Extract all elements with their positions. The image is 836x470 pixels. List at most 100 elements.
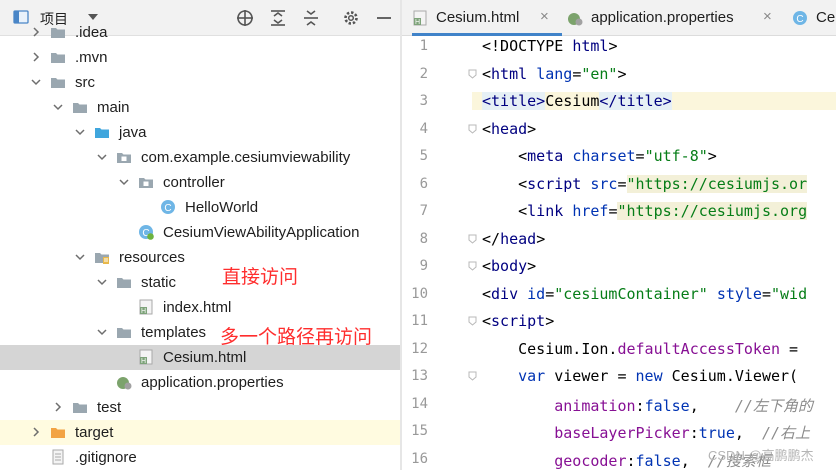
chevron-down-icon[interactable] bbox=[118, 176, 130, 188]
code-token: head bbox=[491, 119, 528, 138]
code-token: id bbox=[527, 284, 546, 303]
fold-marker-icon[interactable] bbox=[468, 69, 477, 79]
code-line: baseLayerPicker:true, //右上 bbox=[482, 422, 810, 443]
tree-item[interactable]: C HelloWorld bbox=[0, 195, 400, 220]
code-token: "https://cesiumjs.org bbox=[617, 202, 808, 220]
code-token: = bbox=[635, 147, 645, 165]
editor-tabs: H Cesium.html × application.properties × C Ce bbox=[402, 0, 836, 36]
code-token: geocoder bbox=[554, 451, 627, 470]
tree-item[interactable]: com.example.cesiumviewability bbox=[0, 145, 400, 170]
tree-item[interactable]: test bbox=[0, 395, 400, 420]
code-token: link bbox=[527, 202, 573, 220]
svg-text:H: H bbox=[415, 19, 420, 26]
chevron-down-icon[interactable] bbox=[52, 101, 64, 113]
close-tab-icon[interactable]: × bbox=[763, 8, 772, 25]
chevron-down-icon[interactable] bbox=[96, 276, 108, 288]
code-line: <div id="cesiumContainer" style="wid bbox=[482, 285, 807, 303]
chevron-right-icon[interactable] bbox=[30, 51, 42, 63]
tree-item[interactable]: application.properties bbox=[0, 370, 400, 395]
tree-item[interactable]: controller bbox=[0, 170, 400, 195]
tree-item[interactable]: resources bbox=[0, 245, 400, 270]
html-file-icon: H bbox=[413, 10, 427, 26]
chevron-down-icon[interactable] bbox=[74, 251, 86, 263]
line-number: 9 bbox=[419, 258, 428, 274]
line-number: 11 bbox=[411, 313, 428, 329]
code-token: html bbox=[572, 37, 609, 55]
code-line: <!DOCTYPE html> bbox=[482, 37, 617, 55]
code-line: <link href="https://cesiumjs.org bbox=[482, 202, 808, 220]
code-token: script bbox=[491, 312, 546, 330]
editor-tab-label: application.properties bbox=[591, 9, 734, 26]
code-token: : bbox=[626, 451, 636, 470]
close-tab-icon[interactable]: × bbox=[540, 8, 549, 25]
code-token: < bbox=[482, 174, 528, 193]
class-icon: C bbox=[793, 11, 807, 25]
code-token: true bbox=[698, 424, 735, 442]
fold-marker-icon[interactable] bbox=[468, 371, 477, 381]
tree-item[interactable]: java bbox=[0, 120, 400, 145]
editor-tab[interactable]: application.properties × bbox=[567, 0, 785, 36]
code-line: <meta charset="utf-8"> bbox=[482, 147, 717, 165]
code-token: = bbox=[572, 64, 582, 83]
line-number: 3 bbox=[419, 93, 428, 109]
editor-tab[interactable]: H Cesium.html × bbox=[412, 0, 562, 36]
code-token: "https://cesiumjs.or bbox=[626, 174, 808, 193]
code-token: "cesiumContainer" bbox=[554, 284, 717, 303]
line-number: 5 bbox=[419, 148, 428, 164]
code-token: , bbox=[680, 451, 708, 470]
chevron-down-icon[interactable] bbox=[96, 151, 108, 163]
editor-tab-label: Cesium.html bbox=[436, 9, 520, 26]
chevron-down-icon[interactable] bbox=[30, 76, 42, 88]
chevron-right-icon[interactable] bbox=[30, 26, 42, 38]
fold-marker-icon[interactable] bbox=[468, 261, 477, 271]
code-line: <head> bbox=[482, 120, 536, 138]
code-area[interactable]: <!DOCTYPE html> <html lang="en"> <title>Ce… bbox=[472, 36, 836, 470]
folder-icon bbox=[73, 103, 87, 113]
text-file-icon bbox=[52, 449, 64, 465]
tree-item-label: test bbox=[97, 399, 122, 416]
tree-item[interactable]: main bbox=[0, 95, 400, 120]
code-token: > bbox=[527, 119, 537, 138]
chevron-down-icon[interactable] bbox=[74, 126, 86, 138]
code-token: > bbox=[707, 147, 717, 165]
line-number: 7 bbox=[419, 203, 428, 219]
fold-marker-icon[interactable] bbox=[468, 234, 477, 244]
code-token: < bbox=[482, 119, 492, 138]
code-token: = bbox=[761, 284, 771, 303]
chevron-right-icon[interactable] bbox=[30, 426, 42, 438]
tree-item[interactable]: .gitignore bbox=[0, 445, 400, 470]
tree-item[interactable]: src bbox=[0, 70, 400, 95]
line-number: 1 bbox=[419, 38, 428, 54]
tree-item-label: HelloWorld bbox=[185, 199, 259, 216]
fold-marker-icon[interactable] bbox=[468, 316, 477, 326]
line-number: 2 bbox=[419, 65, 428, 82]
code-line: <body> bbox=[482, 257, 536, 275]
tree-item[interactable]: static bbox=[0, 270, 400, 295]
code-line: <title>Cesium</title> bbox=[472, 92, 836, 110]
tree-item[interactable]: .mvn bbox=[0, 45, 400, 70]
folder-icon bbox=[117, 278, 131, 288]
code-token: head bbox=[500, 229, 537, 248]
annotation-extra-path: 多一个路径再访问 bbox=[220, 327, 373, 348]
tree-item[interactable]: .idea bbox=[0, 20, 400, 45]
editor-tab-label: Ce bbox=[816, 9, 836, 26]
tree-item-label: application.properties bbox=[141, 374, 284, 391]
code-token: meta bbox=[527, 147, 573, 165]
line-number: 12 bbox=[411, 340, 428, 357]
tree-item-label: java bbox=[119, 124, 147, 141]
tree-item[interactable]: Hindex.html bbox=[0, 295, 400, 320]
tree-item[interactable]: target bbox=[0, 420, 400, 445]
chevron-down-icon[interactable] bbox=[96, 326, 108, 338]
svg-text:H: H bbox=[141, 308, 146, 315]
chevron-right-icon[interactable] bbox=[52, 401, 64, 413]
fold-marker-icon[interactable] bbox=[468, 124, 477, 134]
code-token: animation bbox=[554, 396, 636, 415]
code-line: </head> bbox=[482, 230, 545, 248]
tree-item[interactable]: C CesiumViewAbilityApplication bbox=[0, 220, 400, 245]
editor-tab[interactable]: C Ce bbox=[792, 0, 836, 36]
code-token: charset bbox=[572, 147, 636, 165]
code-token: baseLayerPicker bbox=[554, 424, 690, 442]
package-icon bbox=[139, 178, 153, 188]
code-token: = bbox=[780, 339, 799, 358]
